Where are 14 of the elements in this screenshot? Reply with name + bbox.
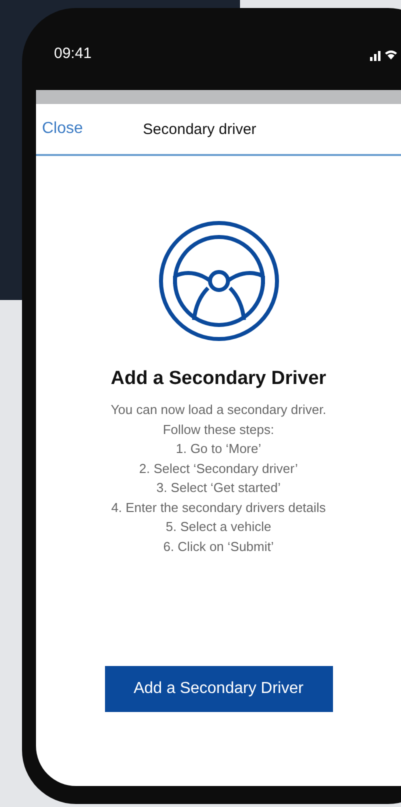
instruction-text: Follow these steps: bbox=[162, 420, 274, 439]
instruction-text: You can now load a secondary driver. bbox=[110, 401, 326, 419]
status-time: 09:41 bbox=[54, 45, 92, 62]
screen-title: Secondary driver bbox=[142, 120, 256, 138]
instruction-text: 4. Enter the secondary drivers details bbox=[111, 498, 326, 517]
instruction-text: 3. Select ‘Get started’ bbox=[156, 479, 281, 497]
instruction-text: 5. Select a vehicle bbox=[166, 518, 272, 536]
steering-wheel-icon bbox=[158, 220, 280, 342]
close-link[interactable]: Close bbox=[42, 120, 83, 138]
instruction-text: 1. Go to ‘More’ bbox=[176, 440, 262, 458]
add-driver-button[interactable]: Add a Secondary Driver bbox=[104, 666, 332, 712]
instruction-text: 6. Click on ‘Submit’ bbox=[163, 538, 274, 556]
instruction-text: 2. Select ‘Secondary driver’ bbox=[139, 460, 298, 478]
heading: Add a Secondary Driver bbox=[110, 368, 326, 390]
